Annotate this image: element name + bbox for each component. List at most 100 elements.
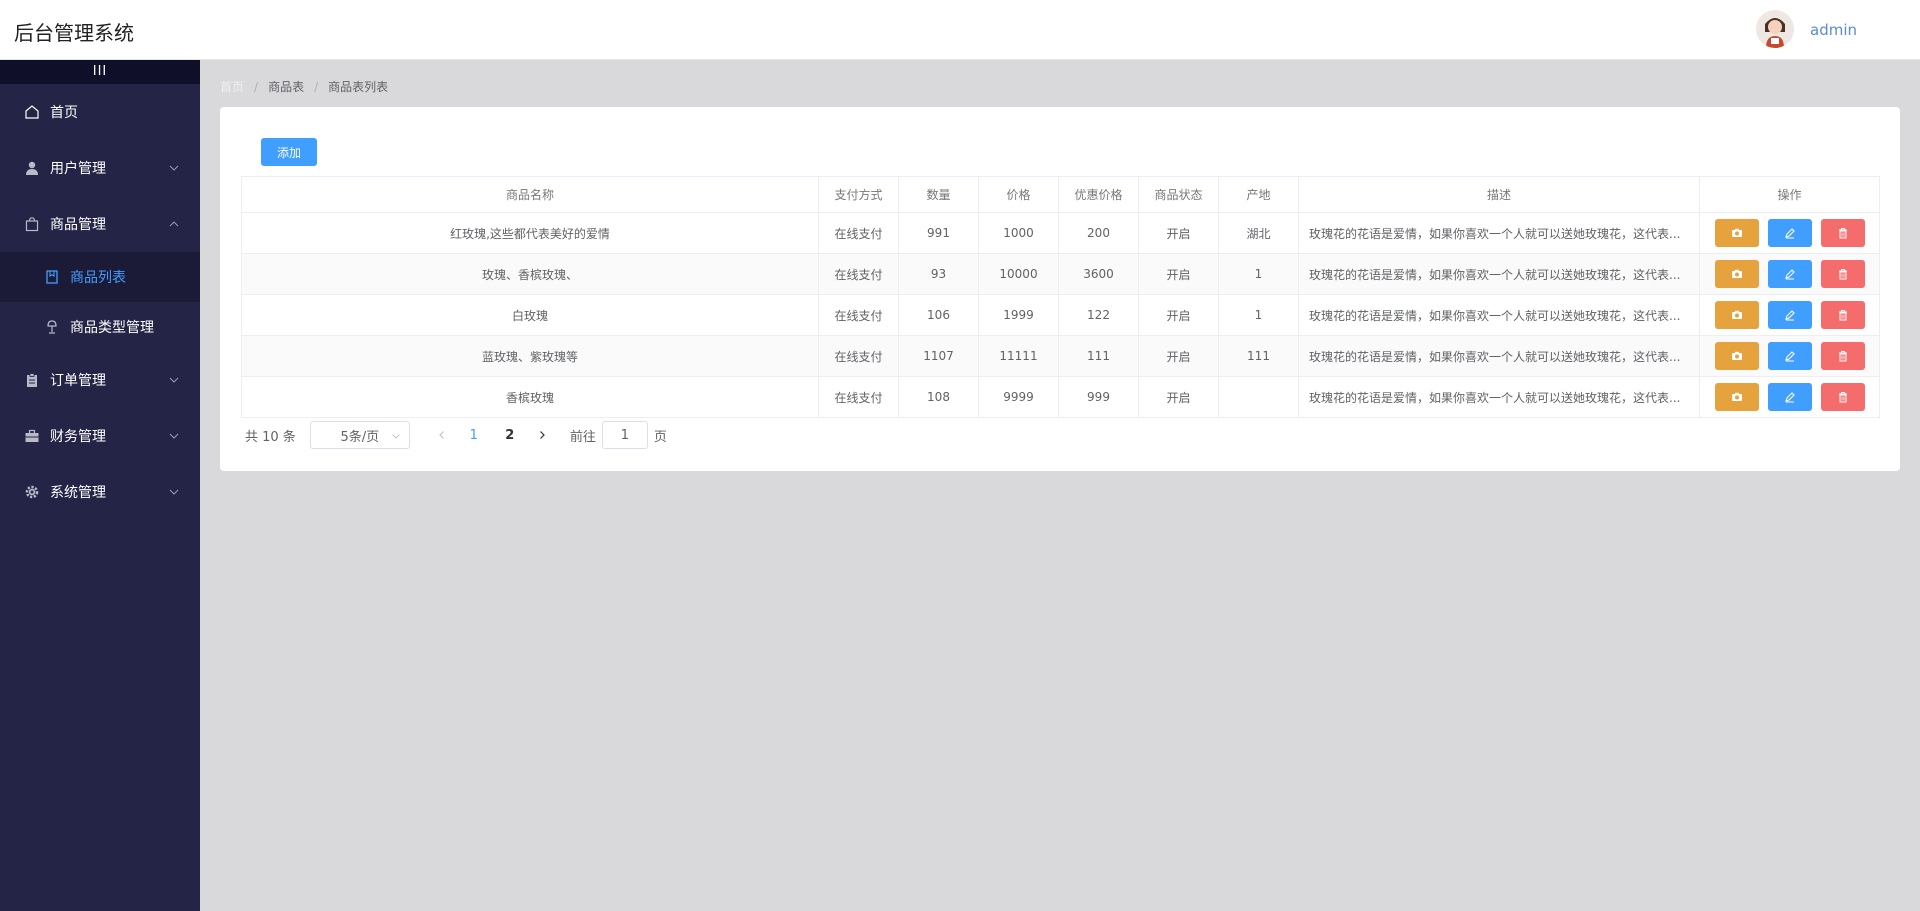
cell-pay: 在线支付: [818, 212, 899, 254]
content-card: 添加 商品名称 支付方式 数量 价格 优惠价格 商品状态 产地 描述 操作 红玫…: [220, 107, 1900, 471]
sidebar-item-home[interactable]: 首页: [0, 84, 200, 140]
sidebar: III 首页 用户管理 商品管理 商品列表 商品类型管理 订单管理 财务管理 系…: [0, 60, 200, 911]
cell-discount: 200: [1058, 212, 1139, 254]
sidebar-item-system[interactable]: 系统管理: [0, 464, 200, 520]
cell-actions: [1699, 212, 1880, 254]
photo-button[interactable]: [1714, 383, 1759, 411]
column-header: 数量: [898, 176, 979, 213]
prev-page-button[interactable]: [428, 421, 456, 449]
sidebar-item-users[interactable]: 用户管理: [0, 140, 200, 196]
camera-icon: [1731, 351, 1742, 360]
sidebar-item-label: 商品管理: [50, 217, 106, 233]
sidebar-collapse-toggle[interactable]: III: [0, 60, 200, 84]
shopping-bag-icon: [24, 216, 40, 232]
edit-button[interactable]: [1767, 383, 1812, 411]
delete-button[interactable]: [1820, 342, 1865, 370]
cell-desc: 玫瑰花的花语是爱情，如果你喜欢一个人就可以送她玫瑰花，这代表...: [1298, 294, 1700, 336]
delete-button[interactable]: [1820, 260, 1865, 288]
cell-desc: 玫瑰花的花语是爱情，如果你喜欢一个人就可以送她玫瑰花，这代表...: [1298, 376, 1700, 418]
camera-icon: [1731, 269, 1742, 278]
table-row: 玫瑰、香槟玫瑰、 在线支付 93 10000 3600 开启 1 玫瑰花的花语是…: [241, 253, 1880, 295]
cell-actions: [1699, 376, 1880, 418]
photo-button[interactable]: [1714, 219, 1759, 247]
delete-icon: [1838, 228, 1847, 239]
cell-origin: 1: [1218, 294, 1299, 336]
camera-icon: [1731, 228, 1742, 237]
sidebar-item-label: 系统管理: [50, 485, 106, 501]
sidebar-item-label: 订单管理: [50, 373, 106, 389]
edit-icon: [1784, 228, 1795, 239]
column-header: 价格: [978, 176, 1059, 213]
cell-qty: 106: [898, 294, 979, 336]
user-avatar[interactable]: [1756, 10, 1794, 48]
sidebar-subitem-product-list[interactable]: 商品列表: [0, 252, 200, 302]
cell-qty: 108: [898, 376, 979, 418]
chevron-down-icon: [169, 433, 179, 439]
column-header: 支付方式: [818, 176, 899, 213]
pagination-total: 共 10 条: [245, 429, 296, 445]
page-jumper: 前往 页: [570, 421, 667, 449]
chevron-down-icon: [391, 434, 400, 439]
cell-status: 开启: [1138, 294, 1219, 336]
edit-icon: [1784, 269, 1795, 280]
breadcrumb-current: 商品表列表: [328, 80, 389, 94]
edit-icon: [1784, 310, 1795, 321]
breadcrumb-item[interactable]: 商品表: [268, 78, 304, 95]
delete-icon: [1838, 310, 1847, 321]
delete-icon: [1838, 392, 1847, 403]
app-title: 后台管理系统: [14, 21, 134, 45]
sidebar-subitem-product-types[interactable]: 商品类型管理: [0, 302, 200, 352]
goto-suffix: 页: [653, 429, 667, 445]
goto-page-input[interactable]: [601, 421, 648, 449]
sidebar-item-orders[interactable]: 订单管理: [0, 352, 200, 408]
cell-status: 开启: [1138, 376, 1219, 418]
edit-button[interactable]: [1767, 260, 1812, 288]
chevron-down-icon: [169, 165, 179, 171]
chevron-up-icon: [169, 221, 179, 227]
sidebar-item-finance[interactable]: 财务管理: [0, 408, 200, 464]
photo-button[interactable]: [1714, 260, 1759, 288]
table-row: 红玫瑰,这些都代表美好的爱情 在线支付 991 1000 200 开启 湖北 玫…: [241, 212, 1880, 254]
page-size-select[interactable]: 5条/页: [309, 421, 410, 449]
notebook-icon: [44, 269, 60, 285]
page-size-value: 5条/页: [340, 429, 380, 445]
page-number-1[interactable]: 1: [456, 428, 492, 443]
edit-button[interactable]: [1767, 342, 1812, 370]
page-number-2[interactable]: 2: [492, 428, 528, 443]
add-button[interactable]: 添加: [261, 138, 317, 166]
cell-origin: [1218, 376, 1299, 418]
cell-name: 红玫瑰,这些都代表美好的爱情: [241, 212, 819, 254]
column-header: 描述: [1298, 176, 1700, 213]
edit-button[interactable]: [1767, 219, 1812, 247]
cell-pay: 在线支付: [818, 253, 899, 295]
breadcrumb: 首页 / 商品表 / 商品表列表: [220, 78, 388, 95]
table-row: 蓝玫瑰、紫玫瑰等 在线支付 1107 11111 111 开启 111 玫瑰花的…: [241, 335, 1880, 377]
chevron-left-icon: [438, 431, 444, 439]
table-row: 白玫瑰 在线支付 106 1999 122 开启 1 玫瑰花的花语是爱情，如果你…: [241, 294, 1880, 336]
cell-price: 1000: [978, 212, 1059, 254]
edit-button[interactable]: [1767, 301, 1812, 329]
camera-icon: [1731, 310, 1742, 319]
cell-qty: 1107: [898, 335, 979, 377]
avatar-illustration: [1756, 10, 1794, 48]
chevron-right-icon: [539, 431, 545, 439]
delete-button[interactable]: [1820, 301, 1865, 329]
breadcrumb-home[interactable]: 首页: [220, 78, 244, 95]
cell-discount: 122: [1058, 294, 1139, 336]
column-header: 优惠价格: [1058, 176, 1139, 213]
delete-button[interactable]: [1820, 219, 1865, 247]
sidebar-item-products[interactable]: 商品管理: [0, 196, 200, 252]
column-header: 产地: [1218, 176, 1299, 213]
user-name[interactable]: admin: [1810, 21, 1857, 39]
delete-button[interactable]: [1820, 383, 1865, 411]
photo-button[interactable]: [1714, 301, 1759, 329]
column-header: 商品名称: [241, 176, 819, 213]
sidebar-subitem-label: 商品列表: [70, 270, 126, 286]
chevron-down-icon: [169, 489, 179, 495]
next-page-button[interactable]: [528, 421, 556, 449]
sidebar-item-label: 首页: [50, 105, 78, 121]
sidebar-item-label: 财务管理: [50, 429, 106, 445]
cell-name: 玫瑰、香槟玫瑰、: [241, 253, 819, 295]
photo-button[interactable]: [1714, 342, 1759, 370]
cell-pay: 在线支付: [818, 335, 899, 377]
